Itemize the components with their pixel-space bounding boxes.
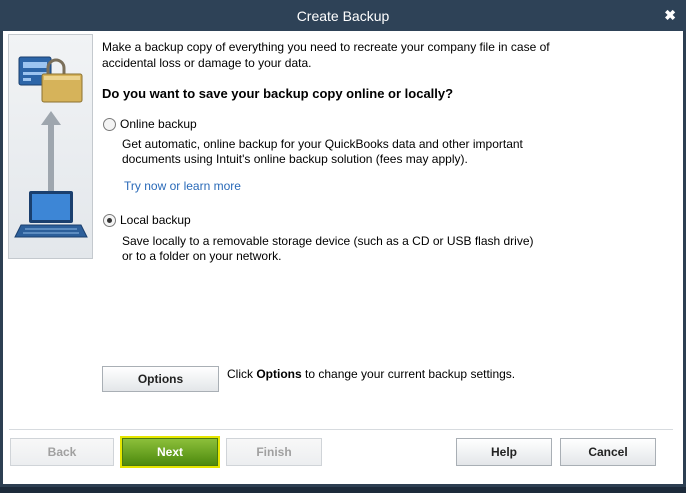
backup-illustration xyxy=(14,56,88,238)
intro-line-2: accidental loss or damage to your data. xyxy=(102,56,312,70)
intro-line-1: Make a backup copy of everything you nee… xyxy=(102,40,550,54)
help-button[interactable]: Help xyxy=(456,438,552,466)
online-desc-line-2: documents using Intuit's online backup s… xyxy=(122,152,468,166)
computer-lock-icon xyxy=(18,56,83,103)
backup-question: Do you want to save your backup copy onl… xyxy=(102,86,454,101)
options-hint: Click Options to change your current bac… xyxy=(227,367,515,381)
online-desc-line-1: Get automatic, online backup for your Qu… xyxy=(122,137,523,151)
local-desc-line-1: Save locally to a removable storage devi… xyxy=(122,234,534,248)
up-arrow-icon xyxy=(41,111,61,195)
back-button[interactable]: Back xyxy=(10,438,114,466)
illustration-panel xyxy=(8,34,93,259)
close-icon[interactable]: ✖ xyxy=(664,7,676,24)
online-backup-label[interactable]: Online backup xyxy=(120,117,197,131)
local-backup-description: Save locally to a removable storage devi… xyxy=(122,234,534,264)
options-hint-bold: Options xyxy=(256,367,302,381)
laptop-icon xyxy=(14,191,88,238)
options-hint-suffix: to change your current backup settings. xyxy=(301,367,516,381)
finish-button[interactable]: Finish xyxy=(226,438,322,466)
local-backup-label[interactable]: Local backup xyxy=(120,213,191,227)
options-button[interactable]: Options xyxy=(102,366,219,392)
next-button[interactable]: Next xyxy=(120,436,220,468)
options-hint-prefix: Click xyxy=(227,367,257,381)
cancel-button[interactable]: Cancel xyxy=(560,438,656,466)
window-title: Create Backup xyxy=(296,8,390,24)
online-backup-description: Get automatic, online backup for your Qu… xyxy=(122,137,523,167)
title-bar: Create Backup ✖ xyxy=(0,0,686,31)
intro-text: Make a backup copy of everything you nee… xyxy=(102,39,550,71)
dialog-content: Make a backup copy of everything you nee… xyxy=(3,31,683,484)
online-backup-radio[interactable] xyxy=(103,118,116,131)
try-now-link[interactable]: Try now or learn more xyxy=(124,179,241,193)
local-backup-radio[interactable] xyxy=(103,214,116,227)
local-desc-line-2: or to a folder on your network. xyxy=(122,249,282,263)
footer-divider xyxy=(9,429,673,430)
create-backup-dialog: Create Backup ✖ Make a backup copy of ev… xyxy=(0,0,686,487)
